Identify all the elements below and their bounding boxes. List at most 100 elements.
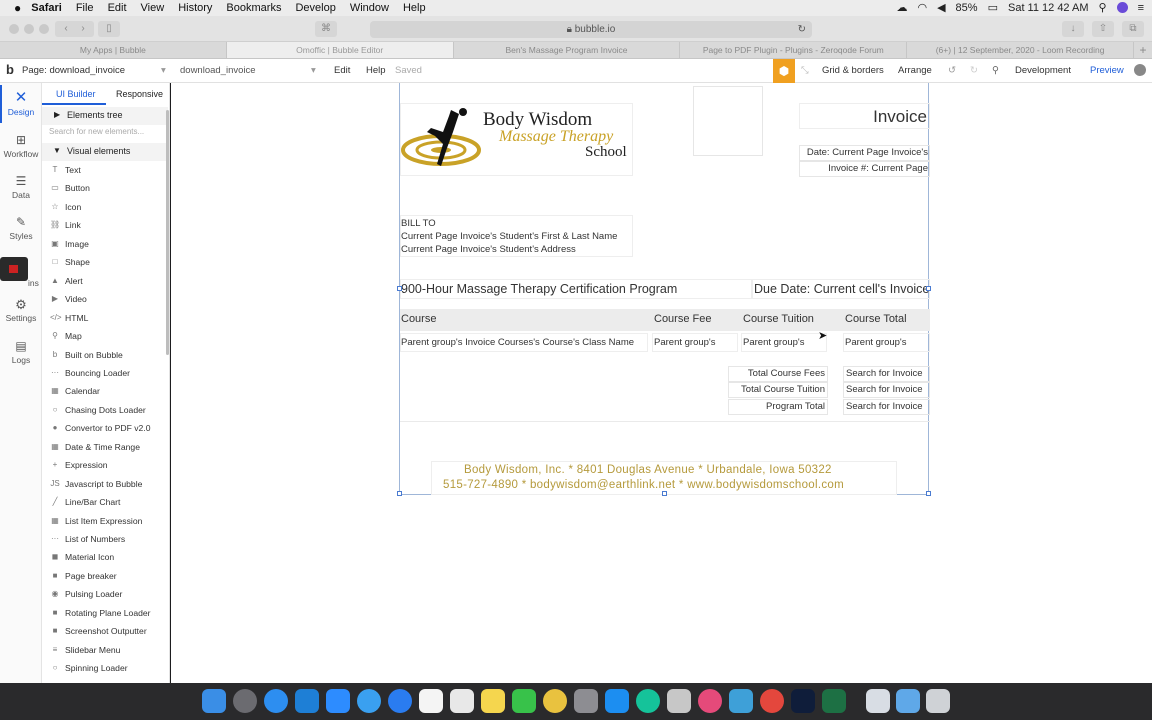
visual-element-item[interactable]: ◼ Material Icon bbox=[42, 548, 168, 566]
elements-tree-header[interactable]: ▶ Elements tree bbox=[42, 107, 168, 125]
tab-design[interactable]: ✕ Design bbox=[0, 90, 42, 117]
bubble-logo-icon[interactable]: b bbox=[6, 62, 14, 77]
visual-element-item[interactable]: T Text bbox=[42, 161, 168, 179]
siri-icon[interactable] bbox=[1116, 2, 1128, 13]
bitwarden-icon[interactable] bbox=[295, 689, 319, 713]
tab-ui-builder[interactable]: UI Builder bbox=[56, 89, 96, 99]
help-menu[interactable]: Help bbox=[366, 65, 386, 76]
edit-menu[interactable]: Edit bbox=[334, 65, 350, 76]
account-avatar-icon[interactable] bbox=[1134, 64, 1146, 76]
visual-element-item[interactable]: ▦ List Item Expression bbox=[42, 512, 168, 530]
total-tuition-value-box[interactable]: Search for Invoice bbox=[843, 382, 930, 398]
preview-app-icon[interactable] bbox=[667, 689, 691, 713]
forward-button[interactable]: › bbox=[72, 21, 94, 37]
menu-develop[interactable]: Develop bbox=[295, 2, 335, 14]
spotlight-icon[interactable]: ⚲ bbox=[1099, 1, 1107, 14]
total-tuition-label-box[interactable]: Total Course Tuition bbox=[728, 382, 828, 398]
visual-element-item[interactable]: ⚲ Map bbox=[42, 327, 168, 345]
battery-percent[interactable]: 85% bbox=[956, 2, 978, 14]
pointer-off-icon[interactable]: ⤡ bbox=[801, 65, 809, 76]
cloud-icon[interactable]: ☁ bbox=[896, 1, 907, 14]
visual-element-item[interactable]: ■ Page breaker bbox=[42, 567, 168, 585]
page-selector[interactable]: Page: download_invoice bbox=[22, 65, 125, 76]
visual-element-item[interactable]: ○ Spinning Loader bbox=[42, 659, 168, 677]
footer-address-box[interactable]: Body Wisdom, Inc. * 8401 Douglas Avenue … bbox=[431, 461, 897, 495]
sidebar-toggle-icon[interactable]: ▯ bbox=[98, 21, 120, 37]
bill-to-group[interactable]: BILL TO Current Page Invoice's Student's… bbox=[400, 215, 633, 257]
tab-invoice[interactable]: Ben's Massage Program Invoice bbox=[454, 42, 681, 58]
due-date-box[interactable]: Due Date: Current cell's Invoice's bbox=[752, 279, 930, 299]
tab-zeroqode-forum[interactable]: Page to PDF Plugin - Plugins - Zeroqode … bbox=[680, 42, 908, 58]
zoom-window-button[interactable] bbox=[39, 24, 49, 34]
menu-edit[interactable]: Edit bbox=[108, 2, 127, 14]
shield-icon[interactable]: ⌘ bbox=[315, 21, 337, 37]
visual-element-item[interactable]: ··· List of Numbers bbox=[42, 530, 168, 548]
visual-element-item[interactable]: ▭ Button bbox=[42, 179, 168, 197]
minimize-window-button[interactable] bbox=[24, 24, 34, 34]
visual-element-item[interactable]: JS Javascript to Bubble bbox=[42, 475, 168, 493]
total-fees-value-box[interactable]: Search for Invoice bbox=[843, 366, 930, 382]
redo-icon[interactable]: ↻ bbox=[970, 65, 978, 76]
close-window-button[interactable] bbox=[9, 24, 19, 34]
resize-handle[interactable] bbox=[926, 286, 931, 291]
visual-element-item[interactable]: □ Shape bbox=[42, 253, 168, 271]
battery-icon[interactable]: ▭ bbox=[988, 1, 998, 14]
tab-bubble-editor[interactable]: Omoffic | Bubble Editor bbox=[226, 42, 454, 58]
cell-course-total[interactable]: Parent group's bbox=[843, 333, 930, 352]
tab-loom-recording[interactable]: (6+) | 12 September, 2020 - Loom Recordi… bbox=[907, 42, 1134, 58]
undo-icon[interactable]: ↺ bbox=[948, 65, 956, 76]
program-title-box[interactable]: 900-Hour Massage Therapy Certification P… bbox=[400, 279, 752, 299]
reload-icon[interactable]: ↻ bbox=[798, 21, 806, 38]
menu-view[interactable]: View bbox=[141, 2, 165, 14]
system-preferences-icon[interactable] bbox=[574, 689, 598, 713]
volume-icon[interactable]: ◀ bbox=[937, 1, 945, 14]
panel-scrollbar[interactable] bbox=[166, 110, 169, 355]
visual-element-item[interactable]: ╱ Line/Bar Chart bbox=[42, 493, 168, 511]
resize-handle[interactable] bbox=[397, 491, 402, 496]
messenger-icon[interactable] bbox=[388, 689, 412, 713]
visual-element-item[interactable]: b Built on Bubble bbox=[42, 346, 168, 364]
table-row[interactable]: Parent group's Invoice Courses's Course'… bbox=[400, 333, 930, 353]
tab-responsive[interactable]: Responsive bbox=[116, 89, 163, 99]
resize-handle[interactable] bbox=[926, 491, 931, 496]
tab-settings[interactable]: ⚙ Settings bbox=[0, 297, 42, 323]
photos-icon[interactable] bbox=[543, 689, 567, 713]
calendar-icon[interactable] bbox=[419, 689, 443, 713]
visual-element-item[interactable]: ▶ Video bbox=[42, 290, 168, 308]
documents-stack-icon[interactable] bbox=[866, 689, 890, 713]
messages-bubble-icon[interactable] bbox=[357, 689, 381, 713]
invoice-title-box[interactable]: Invoice bbox=[799, 103, 930, 129]
notes-icon[interactable] bbox=[481, 689, 505, 713]
menu-history[interactable]: History bbox=[178, 2, 212, 14]
photoshop-icon[interactable] bbox=[791, 689, 815, 713]
control-center-icon[interactable]: ≡ bbox=[1138, 2, 1144, 14]
tab-styles[interactable]: ✎ Styles bbox=[0, 215, 42, 241]
excel-icon[interactable] bbox=[822, 689, 846, 713]
visual-element-item[interactable]: + Expression bbox=[42, 456, 168, 474]
arrange-menu[interactable]: Arrange bbox=[898, 65, 932, 76]
recording-overlay-icon[interactable] bbox=[0, 257, 28, 281]
wifi-icon[interactable]: ◠ bbox=[917, 1, 927, 14]
clock[interactable]: Sat 11 12 42 AM bbox=[1008, 2, 1089, 14]
tab-data[interactable]: ☰ Data bbox=[0, 174, 42, 200]
visual-element-item[interactable]: ▦ Date & Time Range bbox=[42, 438, 168, 456]
menu-bookmarks[interactable]: Bookmarks bbox=[226, 2, 281, 14]
new-tab-button[interactable]: + bbox=[1134, 42, 1152, 58]
visual-element-item[interactable]: ▣ Image bbox=[42, 235, 168, 253]
cell-course-fee[interactable]: Parent group's bbox=[652, 333, 738, 352]
logo-image[interactable]: Body Wisdom Massage Therapy School bbox=[400, 103, 633, 176]
invoice-number-box[interactable]: Invoice #: Current Page bbox=[799, 161, 930, 177]
visual-element-item[interactable]: ☆ Icon bbox=[42, 198, 168, 216]
menu-help[interactable]: Help bbox=[403, 2, 426, 14]
tab-my-apps[interactable]: My Apps | Bubble bbox=[0, 42, 227, 58]
visual-element-item[interactable]: ◉ Pulsing Loader bbox=[42, 585, 168, 603]
visual-element-item[interactable]: ○ Chasing Dots Loader bbox=[42, 401, 168, 419]
apple-menu-icon[interactable]: ● bbox=[14, 1, 21, 15]
placeholder-group[interactable] bbox=[693, 86, 763, 156]
trash-icon[interactable] bbox=[926, 689, 950, 713]
development-version-menu[interactable]: Development bbox=[1015, 65, 1071, 76]
visual-element-item[interactable]: ⛓ Link bbox=[42, 216, 168, 234]
facetime-icon[interactable] bbox=[512, 689, 536, 713]
gift-icon[interactable]: ⬢ bbox=[773, 59, 795, 83]
resize-handle[interactable] bbox=[662, 491, 667, 496]
